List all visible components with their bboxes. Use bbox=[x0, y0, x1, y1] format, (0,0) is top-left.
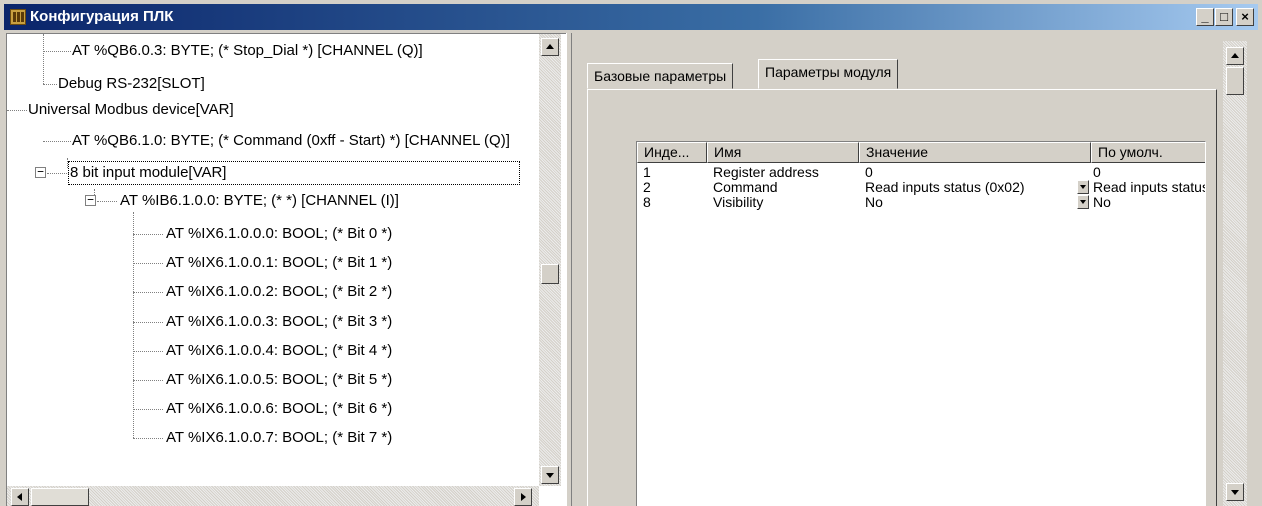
tree-item[interactable]: AT %IX6.1.0.0.0: BOOL; (* Bit 0 *) bbox=[165, 223, 393, 245]
collapse-icon[interactable]: − bbox=[35, 166, 46, 178]
dropdown-arrow-icon[interactable] bbox=[1077, 195, 1089, 209]
column-header-default[interactable]: По умолч. bbox=[1091, 142, 1205, 163]
tree-line bbox=[67, 158, 68, 168]
tree-item[interactable]: AT %IX6.1.0.0.2: BOOL; (* Bit 2 *) bbox=[165, 281, 393, 303]
tab-basic-params[interactable]: Базовые параметры bbox=[587, 63, 734, 89]
properties-vertical-scrollbar[interactable] bbox=[1223, 41, 1247, 506]
tree-item[interactable]: AT %QB6.0.3: BYTE; (* Stop_Dial *) [CHAN… bbox=[71, 40, 424, 62]
cell-index: 1 bbox=[643, 164, 651, 180]
cell-index: 2 bbox=[643, 179, 651, 195]
tree-line bbox=[133, 351, 163, 352]
scroll-thumb[interactable] bbox=[31, 488, 89, 506]
tree-line bbox=[133, 292, 163, 293]
tree-item-label: Universal Modbus device[VAR] bbox=[28, 101, 234, 118]
tree-line bbox=[97, 201, 117, 202]
tree-item-label: AT %IX6.1.0.0.7: BOOL; (* Bit 7 *) bbox=[166, 429, 393, 446]
tree-line bbox=[43, 34, 44, 84]
plc-config-icon bbox=[10, 9, 26, 25]
tree-item-label: AT %IB6.1.0.0: BYTE; (* *) [CHANNEL (I)] bbox=[120, 192, 399, 209]
tree-item-label: AT %IX6.1.0.0.4: BOOL; (* Bit 4 *) bbox=[166, 342, 393, 359]
scroll-up-icon[interactable] bbox=[1226, 47, 1244, 65]
scroll-left-icon[interactable] bbox=[11, 488, 29, 506]
cell-default: No bbox=[1093, 194, 1111, 210]
tree-vertical-scrollbar[interactable] bbox=[539, 34, 561, 486]
cell-index: 8 bbox=[643, 194, 651, 210]
parameters-grid[interactable]: Инде... Имя Значение По умолч. 1 Registe… bbox=[636, 141, 1206, 506]
column-header-index[interactable]: Инде... bbox=[637, 142, 707, 163]
cell-value[interactable]: Read inputs status (0x02) bbox=[865, 179, 1073, 195]
tree-line bbox=[133, 322, 163, 323]
tree-line bbox=[43, 141, 71, 142]
tree-item-label: AT %QB6.0.3: BYTE; (* Stop_Dial *) [CHAN… bbox=[72, 42, 423, 59]
cell-name: Register address bbox=[713, 164, 819, 180]
properties-pane: Базовые параметры Параметры модуля Инде.… bbox=[573, 33, 1259, 506]
window-title: Конфигурация ПЛК bbox=[30, 8, 174, 25]
tree-line bbox=[133, 234, 163, 235]
tree-item-label: AT %IX6.1.0.0.3: BOOL; (* Bit 3 *) bbox=[166, 313, 393, 330]
tree-item[interactable]: AT %IX6.1.0.0.3: BOOL; (* Bit 3 *) bbox=[165, 311, 393, 333]
tree-line bbox=[43, 51, 71, 52]
tree-item[interactable]: Universal Modbus device[VAR] bbox=[27, 99, 235, 121]
tree-item-label: AT %IX6.1.0.0.2: BOOL; (* Bit 2 *) bbox=[166, 283, 393, 300]
pane-splitter[interactable] bbox=[566, 33, 572, 506]
column-header-value[interactable]: Значение bbox=[859, 142, 1091, 163]
tree-line bbox=[43, 84, 57, 85]
collapse-icon[interactable]: − bbox=[85, 194, 96, 206]
tree-item[interactable]: AT %IX6.1.0.0.1: BOOL; (* Bit 1 *) bbox=[165, 252, 393, 274]
tree-item-label: AT %IX6.1.0.0.1: BOOL; (* Bit 1 *) bbox=[166, 254, 393, 271]
tree-item-label: AT %IX6.1.0.0.6: BOOL; (* Bit 6 *) bbox=[166, 400, 393, 417]
tree-item-label: AT %QB6.1.0: BYTE; (* Command (0xff - St… bbox=[72, 132, 510, 149]
title-bar[interactable]: Конфигурация ПЛК _ □ × bbox=[4, 4, 1258, 30]
scroll-right-icon[interactable] bbox=[514, 488, 532, 506]
tree-item-label: AT %IX6.1.0.0.0: BOOL; (* Bit 0 *) bbox=[166, 225, 393, 242]
scroll-thumb[interactable] bbox=[541, 264, 559, 284]
tree-line bbox=[133, 212, 134, 438]
tree-item[interactable]: AT %IX6.1.0.0.7: BOOL; (* Bit 7 *) bbox=[165, 427, 393, 449]
tab-module-params[interactable]: Параметры модуля bbox=[758, 59, 899, 89]
cell-name: Visibility bbox=[713, 194, 764, 210]
tree-item-label: AT %IX6.1.0.0.5: BOOL; (* Bit 5 *) bbox=[166, 371, 393, 388]
cell-default: Read inputs status (0x02) bbox=[1093, 179, 1206, 195]
scroll-down-icon[interactable] bbox=[1226, 483, 1244, 501]
tree-line bbox=[133, 263, 163, 264]
maximize-button[interactable]: □ bbox=[1215, 8, 1233, 26]
grid-header: Инде... Имя Значение По умолч. bbox=[637, 142, 1205, 163]
tree-item[interactable]: AT %IX6.1.0.0.5: BOOL; (* Bit 5 *) bbox=[165, 369, 393, 391]
tree-item-label: Debug RS-232[SLOT] bbox=[58, 75, 205, 92]
tree-line bbox=[47, 173, 69, 174]
column-header-name[interactable]: Имя bbox=[707, 142, 859, 163]
tree-item-label: 8 bit input module[VAR] bbox=[68, 161, 520, 185]
tree-line bbox=[133, 380, 163, 381]
tree-item[interactable]: AT %IB6.1.0.0: BYTE; (* *) [CHANNEL (I)] bbox=[119, 190, 400, 212]
cell-value[interactable]: 0 bbox=[865, 164, 1075, 180]
cell-default: 0 bbox=[1093, 164, 1101, 180]
config-tree[interactable]: AT %QB6.0.3: BYTE; (* Stop_Dial *) [CHAN… bbox=[6, 33, 566, 506]
tree-item[interactable]: Debug RS-232[SLOT] bbox=[57, 73, 206, 95]
tree-line bbox=[7, 110, 27, 111]
minimize-button[interactable]: _ bbox=[1196, 8, 1214, 26]
scroll-up-icon[interactable] bbox=[541, 38, 559, 56]
tree-horizontal-scrollbar[interactable] bbox=[7, 486, 539, 506]
tree-item[interactable]: AT %IX6.1.0.0.6: BOOL; (* Bit 6 *) bbox=[165, 398, 393, 420]
tree-item-selected[interactable]: 8 bit input module[VAR] bbox=[68, 161, 520, 185]
dropdown-arrow-icon[interactable] bbox=[1077, 180, 1089, 194]
close-button[interactable]: × bbox=[1236, 8, 1254, 26]
tree-item[interactable]: AT %QB6.1.0: BYTE; (* Command (0xff - St… bbox=[71, 130, 511, 152]
tree-item[interactable]: AT %IX6.1.0.0.4: BOOL; (* Bit 4 *) bbox=[165, 340, 393, 362]
scroll-thumb[interactable] bbox=[1226, 67, 1244, 95]
scroll-down-icon[interactable] bbox=[541, 466, 559, 484]
cell-name: Command bbox=[713, 179, 778, 195]
tree-line bbox=[133, 438, 163, 439]
cell-value[interactable]: No bbox=[865, 194, 1073, 210]
plc-configuration-window: Конфигурация ПЛК _ □ × AT %QB6.0.3: BYTE… bbox=[0, 0, 1262, 506]
tree-line bbox=[133, 409, 163, 410]
